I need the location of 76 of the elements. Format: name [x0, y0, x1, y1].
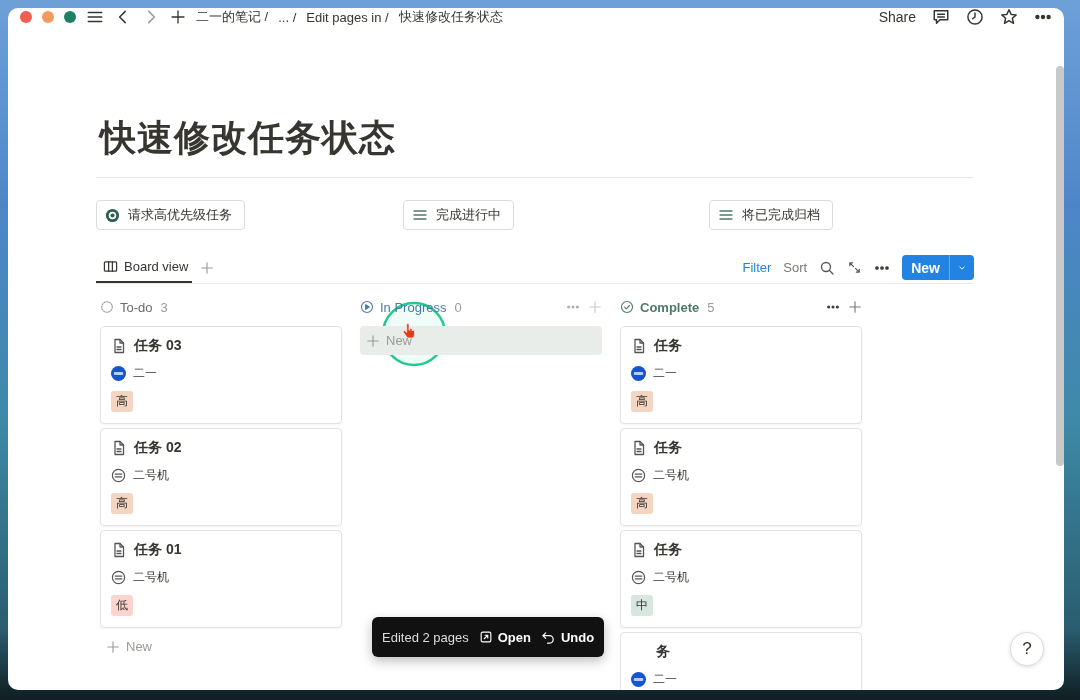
board-icon — [103, 259, 118, 274]
task-card[interactable]: 务 二一 — [620, 632, 862, 690]
priority-tag: 高 — [111, 391, 133, 412]
clock-icon[interactable] — [966, 8, 984, 26]
assignee-name: 二号机 — [653, 466, 689, 484]
toast-message: Edited 2 pages — [382, 629, 469, 645]
breadcrumb-link[interactable]: ... / — [278, 9, 297, 25]
card-title: 任务 03 — [134, 337, 182, 355]
target-icon — [105, 207, 120, 223]
assignee-name: 二号机 — [133, 568, 169, 586]
card-title: 任务 — [654, 337, 682, 355]
avatar-icon — [111, 365, 126, 381]
list-icon — [412, 207, 428, 223]
share-button[interactable]: Share — [878, 9, 916, 25]
priority-tag: 低 — [111, 595, 133, 616]
scrollbar[interactable] — [1056, 66, 1064, 466]
plus-icon — [106, 639, 120, 654]
check-circle-icon — [620, 300, 634, 314]
task-card[interactable]: 任务 二号机 高 — [620, 428, 862, 526]
breadcrumb-link[interactable]: 二一的笔记 / — [196, 8, 269, 26]
robot-face-icon — [631, 467, 646, 483]
maximize-window-button[interactable] — [64, 11, 76, 23]
priority-tag: 高 — [111, 493, 133, 514]
card-title: 任务 — [654, 541, 682, 559]
sort-button[interactable]: Sort — [783, 260, 808, 275]
action-button[interactable]: 将已完成归档 — [709, 200, 833, 230]
play-circle-icon — [360, 300, 374, 314]
view-tab[interactable]: Board view — [96, 252, 193, 283]
assignee-name: 二一 — [133, 364, 157, 382]
assignee-name: 二一 — [653, 364, 677, 382]
undo-button[interactable]: Undo — [540, 629, 595, 645]
page-title: 快速修改任务状态 — [100, 116, 397, 160]
assignee-name: 二一 — [653, 670, 677, 688]
plus-icon[interactable] — [170, 9, 186, 25]
filter-button[interactable]: Filter — [742, 260, 772, 275]
priority-tag: 中 — [631, 595, 653, 616]
open-icon — [478, 630, 493, 644]
column-count: 5 — [707, 299, 715, 315]
plus-icon — [366, 333, 380, 348]
open-button[interactable]: Open — [478, 629, 531, 645]
star-icon[interactable] — [1000, 8, 1018, 26]
card-title: 任务 01 — [134, 541, 182, 559]
column-count: 3 — [160, 299, 168, 315]
breadcrumb-link[interactable]: 快速修改任务状态 — [398, 8, 503, 26]
expand-icon[interactable] — [847, 260, 863, 275]
priority-tag: 高 — [631, 493, 653, 514]
assignee-name: 二号机 — [133, 466, 169, 484]
robot-face-icon — [111, 467, 126, 483]
list-icon — [718, 207, 734, 223]
task-card[interactable]: 任务 02 二号机 高 — [100, 428, 342, 526]
robot-face-icon — [111, 569, 126, 585]
task-card[interactable]: 任务 03 二一 高 — [100, 326, 342, 424]
task-card[interactable]: 任务 二号机 中 — [620, 530, 862, 628]
column-count: 0 — [454, 299, 462, 315]
breadcrumb-link[interactable]: Edit pages in / — [306, 9, 389, 25]
click-indicator — [380, 300, 448, 368]
priority-tag: 高 — [631, 391, 653, 412]
card-title: 务 — [656, 643, 670, 661]
column-title: To-do — [120, 299, 153, 315]
card-title: 任务 — [654, 439, 682, 457]
close-window-button[interactable] — [20, 11, 32, 23]
column-title: Complete — [640, 299, 700, 315]
card-title: 任务 02 — [134, 439, 182, 457]
help-button[interactable]: ? — [1010, 632, 1044, 666]
avatar-icon — [631, 671, 646, 687]
robot-face-icon — [631, 569, 646, 585]
task-card[interactable]: 任务 二一 高 — [620, 326, 862, 424]
avatar-icon — [631, 365, 646, 381]
assignee-name: 二号机 — [653, 568, 689, 586]
action-button[interactable]: 完成进行中 — [403, 200, 514, 230]
undo-icon — [540, 629, 556, 645]
search-icon[interactable] — [819, 259, 836, 276]
action-button[interactable]: 请求高优先级任务 — [96, 200, 245, 230]
dashed-circle-icon — [100, 300, 114, 314]
task-card[interactable]: 任务 01 二号机 低 — [100, 530, 342, 628]
comment-icon[interactable] — [932, 8, 950, 26]
